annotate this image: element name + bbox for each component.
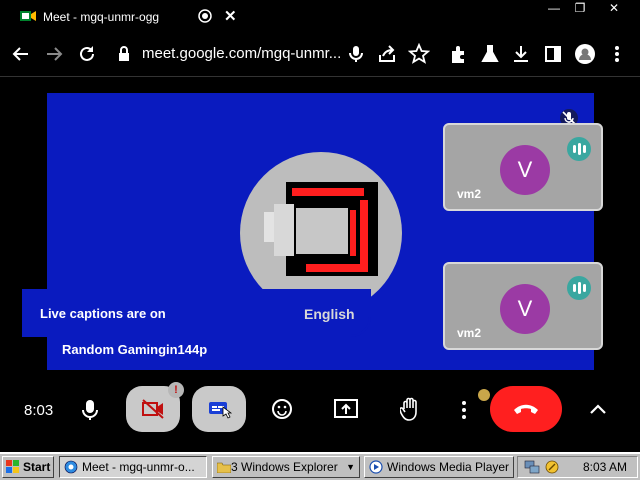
participant-name: vm2	[457, 187, 482, 201]
menu-kebab-icon[interactable]	[610, 43, 624, 65]
tab-close-icon[interactable]: ✕	[224, 7, 237, 25]
presenter-name: Random Gamingin144p	[62, 342, 208, 357]
present-screen-button[interactable]	[334, 399, 358, 419]
labs-flask-icon[interactable]	[479, 43, 501, 65]
taskbar-item-label: Windows Media Player	[387, 460, 510, 474]
camera-off-icon	[142, 399, 164, 419]
participant-avatar: V	[500, 145, 550, 195]
captions-status: Live captions are on	[40, 306, 166, 321]
windows-logo-icon	[6, 460, 19, 473]
presenter-avatar	[240, 152, 402, 314]
speaking-indicator-icon	[567, 137, 591, 161]
tray-app-icon[interactable]	[544, 459, 560, 475]
meeting-controls: 8:03 !	[0, 378, 640, 448]
lock-icon[interactable]	[117, 43, 131, 65]
browser-toolbar: meet.google.com/mgq-unmr...	[0, 34, 640, 77]
extensions-icon[interactable]	[448, 43, 470, 65]
system-tray: 8:03 AM	[517, 456, 638, 478]
presentation-thumbnail-icon	[264, 182, 378, 276]
group-arrow-icon: ▼	[346, 462, 355, 472]
hang-up-icon	[514, 404, 538, 414]
end-call-button[interactable]	[490, 386, 562, 432]
side-panel-icon[interactable]	[542, 43, 564, 65]
taskbar-item-media-player[interactable]: Windows Media Player	[364, 456, 514, 478]
taskbar-item-meet[interactable]: Meet - mgq-unmr-o...	[59, 456, 207, 478]
taskbar-item-label: 3 Windows Explorer	[231, 460, 338, 474]
captions-language-button[interactable]: English	[304, 306, 355, 322]
more-options-button[interactable]	[459, 400, 469, 420]
taskbar-clock[interactable]: 8:03 AM	[583, 460, 627, 474]
back-arrow-icon[interactable]	[10, 43, 32, 65]
restore-button[interactable]: ❐	[572, 1, 588, 15]
profile-avatar-icon[interactable]	[574, 43, 596, 65]
meeting-clock: 8:03	[24, 402, 54, 419]
speaking-indicator-icon	[567, 276, 591, 300]
reload-icon[interactable]	[76, 43, 98, 65]
window-controls: — ❐ ✕	[540, 0, 640, 20]
participant-tile[interactable]: V vm2	[443, 123, 603, 211]
participant-avatar: V	[500, 284, 550, 334]
windows-taskbar: Start Meet - mgq-unmr-o... 3 Windows Exp…	[0, 452, 640, 480]
participant-tile[interactable]: V vm2	[443, 262, 603, 350]
window-close-button[interactable]: ✕	[606, 1, 622, 15]
taskbar-item-label: Meet - mgq-unmr-o...	[82, 460, 195, 474]
tab-title[interactable]: Meet - mgq-unmr-ogg	[43, 10, 159, 24]
address-bar[interactable]: meet.google.com/mgq-unmr...	[142, 45, 341, 62]
network-icon[interactable]	[524, 459, 540, 475]
microphone-button[interactable]	[80, 398, 100, 422]
captions-banner: Live captions are on English	[24, 291, 369, 335]
browser-icon	[64, 460, 78, 474]
share-icon[interactable]	[376, 43, 398, 65]
participant-name: vm2	[457, 326, 482, 340]
folder-icon	[217, 462, 231, 473]
captions-button[interactable]	[192, 386, 246, 432]
download-icon[interactable]	[510, 43, 532, 65]
browser-tab-strip: Meet - mgq-unmr-ogg ✕ — ❐ ✕	[0, 0, 640, 34]
microphone-permission-icon[interactable]	[345, 43, 367, 65]
host-indicator-dot	[478, 389, 490, 401]
chevron-up-icon[interactable]	[589, 402, 607, 416]
raise-hand-button[interactable]	[400, 397, 420, 423]
captions-icon	[209, 402, 232, 419]
start-button[interactable]: Start	[2, 456, 54, 478]
emoji-reactions-button[interactable]	[271, 398, 293, 420]
taskbar-item-explorer[interactable]: 3 Windows Explorer ▼	[212, 456, 360, 478]
recording-indicator-icon	[198, 9, 212, 23]
camera-alert-badge: !	[168, 382, 184, 398]
media-player-icon	[369, 460, 383, 474]
minimize-button[interactable]: —	[546, 1, 562, 15]
start-label: Start	[23, 460, 51, 474]
meet-favicon-icon	[20, 11, 36, 21]
bookmark-star-icon[interactable]	[408, 43, 430, 65]
forward-arrow-icon[interactable]	[43, 43, 65, 65]
